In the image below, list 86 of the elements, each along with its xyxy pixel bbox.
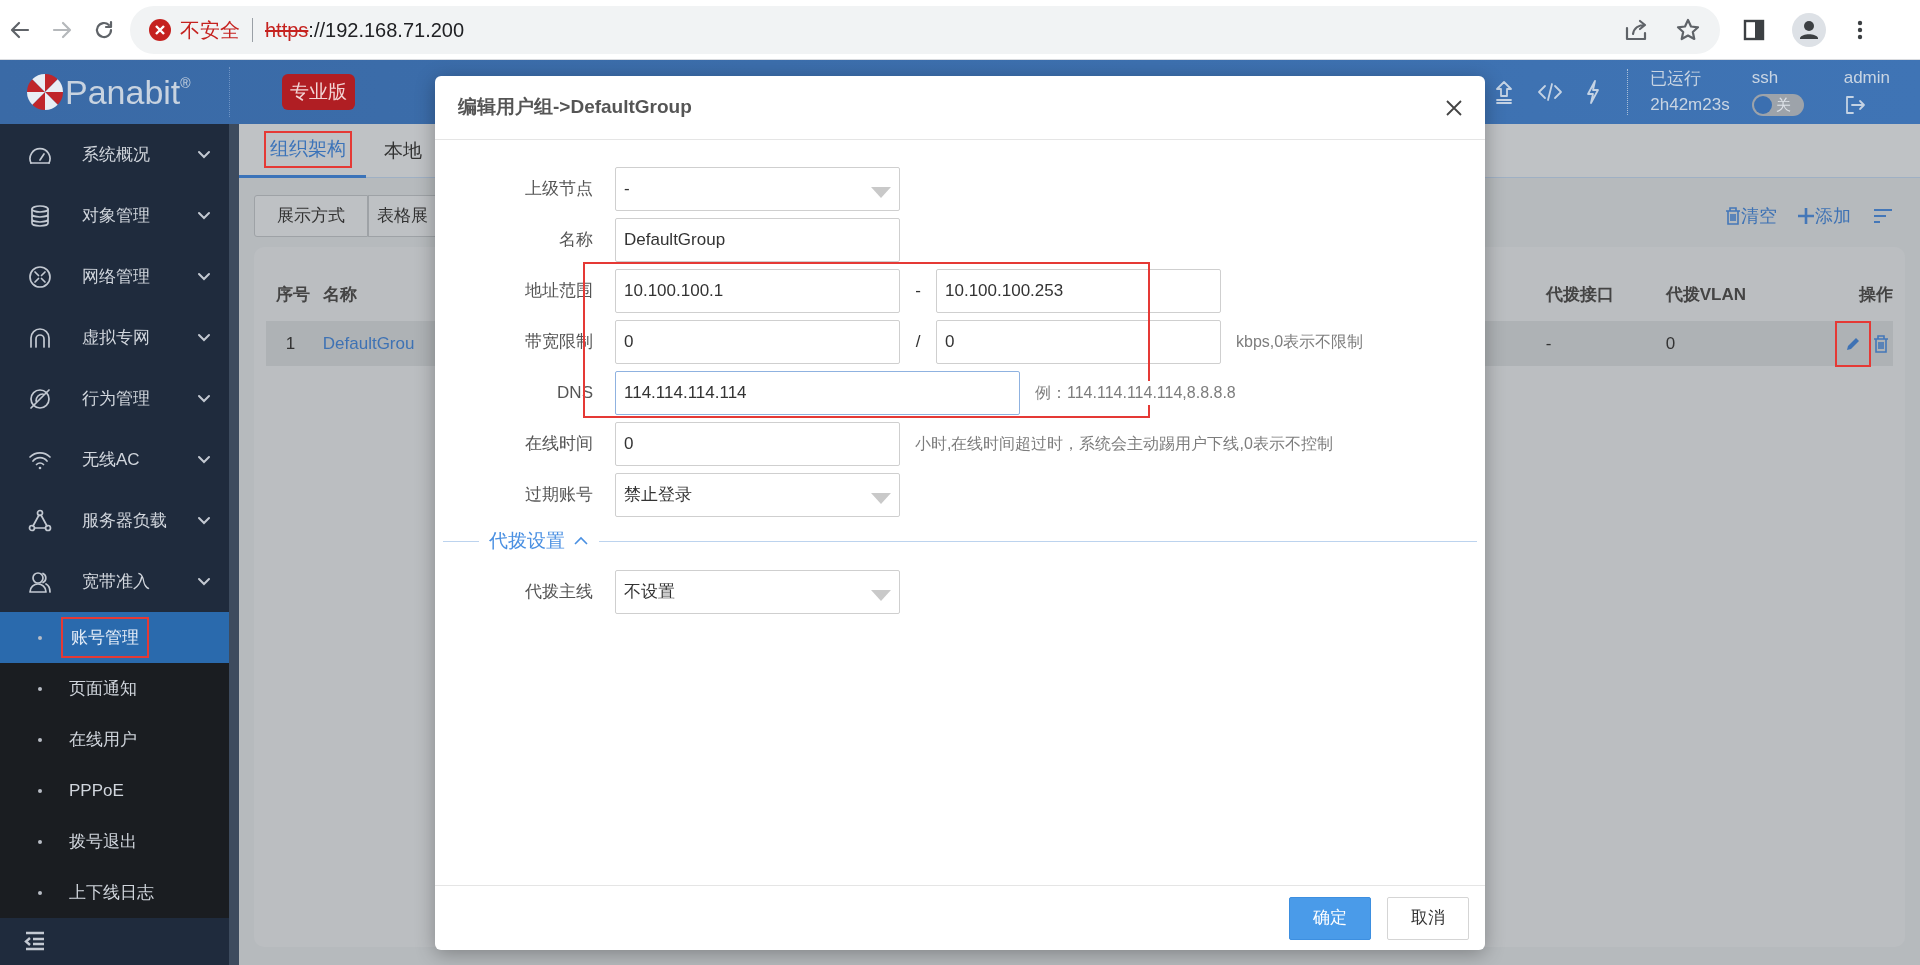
range-separator: - — [914, 280, 922, 303]
pencil-icon — [1845, 335, 1861, 352]
dropdown-field[interactable]: 禁止登录 — [615, 473, 900, 517]
table-cell: 0 — [1665, 333, 1676, 353]
profile-icon[interactable] — [1792, 12, 1826, 47]
view-mode-label: 展示方式 — [253, 195, 368, 237]
star-icon[interactable] — [1676, 17, 1702, 42]
logout-icon[interactable] — [1843, 93, 1866, 116]
username: admin — [1843, 68, 1890, 89]
sidebar-subitem[interactable]: PPPoE — [0, 765, 229, 816]
chevron-down-icon — [196, 393, 211, 404]
sidebar-item[interactable]: 行为管理 — [0, 368, 229, 429]
database-icon — [28, 203, 52, 228]
registered-mark: ® — [180, 74, 191, 91]
cancel-button[interactable]: 取消 — [1387, 896, 1469, 940]
collapse-menu-icon[interactable] — [24, 931, 46, 951]
field-label: 在线时间 — [524, 433, 593, 456]
sidebar-subitem[interactable]: 拨号退出 — [0, 816, 229, 867]
uptime-value: 2h42m23s — [1650, 95, 1730, 116]
chevron-down-icon — [196, 149, 211, 160]
input-field[interactable]: 114.114.114.114 — [615, 371, 1020, 415]
column-header: 代拨接口 — [1545, 285, 1614, 305]
sidebar-item[interactable]: 系统概况 — [0, 124, 229, 185]
network-icon — [28, 264, 52, 289]
umbrella-logo-icon — [25, 72, 65, 112]
column-header: 序号 — [275, 285, 310, 305]
arch-icon — [28, 325, 52, 350]
input-field[interactable]: 10.100.100.1 — [615, 269, 900, 313]
chevron-down-icon — [196, 332, 211, 343]
sidebar-item[interactable]: 网络管理 — [0, 246, 229, 307]
uptime-label: 已运行 — [1650, 68, 1703, 89]
field-label: 过期账号 — [524, 484, 593, 507]
view-mode-select[interactable]: 表格展 — [367, 195, 437, 237]
plus-icon — [1797, 207, 1815, 225]
sidebar-item[interactable]: 虚拟专网 — [0, 307, 229, 368]
sidebar-item[interactable]: 服务器负载 — [0, 490, 229, 551]
lightning-icon[interactable] — [1585, 79, 1602, 105]
nodes-icon — [28, 508, 52, 533]
url-scheme: https — [265, 17, 309, 43]
field-label: 上级节点 — [524, 178, 593, 201]
ssh-label: ssh — [1751, 67, 1780, 89]
input-field[interactable]: 0 — [936, 320, 1221, 364]
field-hint: 例：114.114.114.114,8.8.8.8 — [1035, 381, 1236, 405]
field-label: 代拨主线 — [524, 580, 593, 603]
range-separator: / — [914, 331, 922, 354]
table-cell: - — [1545, 333, 1552, 353]
chevron-down-icon — [196, 271, 211, 282]
code-icon[interactable] — [1537, 81, 1564, 103]
sidebar-subitem[interactable]: 页面通知 — [0, 663, 229, 714]
dropdown-field[interactable]: - — [615, 167, 900, 211]
input-field[interactable]: DefaultGroup — [615, 218, 900, 262]
sidebar-item[interactable]: 对象管理 — [0, 185, 229, 246]
input-field[interactable]: 0 — [615, 422, 900, 466]
trash-icon — [1725, 207, 1741, 225]
dialog-title: 编辑用户组->DefaultGroup — [458, 95, 693, 120]
user-icon — [28, 569, 52, 594]
chevron-down-icon — [196, 515, 211, 526]
dropdown-caret-icon — [871, 589, 891, 601]
security-label: 不安全 — [180, 17, 240, 43]
edit-button[interactable] — [1835, 320, 1871, 367]
input-field[interactable]: 10.100.100.253 — [936, 269, 1221, 313]
column-header: 名称 — [322, 285, 357, 305]
column-header: 代拨VLAN — [1665, 285, 1747, 305]
field-label: 名称 — [558, 229, 593, 252]
url-text: ://192.168.71.200 — [308, 17, 465, 43]
chevron-down-icon — [196, 454, 211, 465]
sidebar-subitem[interactable]: 在线用户 — [0, 714, 229, 765]
dropdown-caret-icon — [871, 493, 891, 504]
error-icon — [148, 17, 172, 42]
sidebar-scrollbar[interactable] — [228, 124, 239, 965]
close-icon[interactable] — [1445, 98, 1463, 117]
chevron-down-icon — [196, 210, 211, 221]
edition-badge: 专业版 — [282, 73, 355, 111]
table-cell: 1 — [285, 333, 296, 353]
brand-name: Panabit — [65, 75, 181, 109]
sidebar-item[interactable]: 无线AC — [0, 429, 229, 490]
column-header: 操作 — [1859, 285, 1893, 305]
sidebar-toggle-icon[interactable] — [1742, 17, 1766, 42]
address-bar[interactable]: 不安全 https://192.168.71.200 — [130, 5, 1720, 54]
sidebar-subitem[interactable]: 账号管理 — [0, 612, 229, 663]
chevron-down-icon — [196, 576, 211, 587]
dropdown-field[interactable]: 不设置 — [615, 569, 900, 614]
input-field[interactable]: 0 — [615, 320, 900, 364]
sidebar-item[interactable]: 宽带准入 — [0, 551, 229, 612]
dropdown-caret-icon — [871, 187, 891, 198]
sidebar-subitem[interactable]: 上下线日志 — [0, 867, 229, 918]
